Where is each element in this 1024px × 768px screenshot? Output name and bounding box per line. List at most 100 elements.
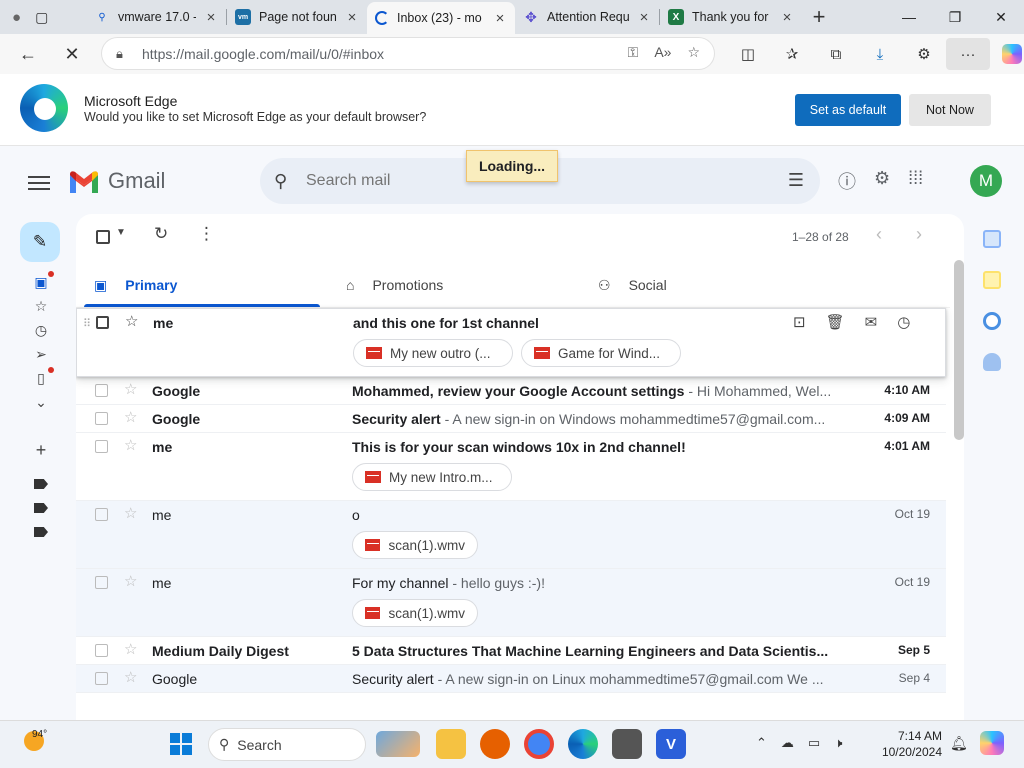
app-v-icon[interactable]: V <box>656 729 686 759</box>
collections-icon[interactable]: ⧉ <box>814 38 858 70</box>
star-icon[interactable]: ☆ <box>124 572 137 590</box>
account-avatar[interactable]: M <box>970 165 1002 197</box>
minimize-icon[interactable]: — <box>886 0 932 34</box>
contacts-icon[interactable] <box>983 353 1001 371</box>
site-info-icon[interactable]: 🔒︎ <box>116 46 142 62</box>
show-hidden-icons-icon[interactable]: ⌃ <box>756 735 767 751</box>
more-menu-icon[interactable]: ··· <box>946 38 990 70</box>
set-as-default-button[interactable]: Set as default <box>795 94 901 126</box>
close-icon[interactable]: × <box>637 9 651 26</box>
clock[interactable]: 7:14 AM 10/20/2024 <box>880 728 942 760</box>
file-explorer-icon[interactable] <box>436 729 466 759</box>
close-window-icon[interactable]: ✕ <box>978 0 1024 34</box>
email-row[interactable]: ☆ me This is for your scan windows 10x i… <box>76 433 946 501</box>
scrollbar-thumb[interactable] <box>954 260 964 440</box>
not-now-button[interactable]: Not Now <box>909 94 991 126</box>
attachment-chip[interactable]: scan(1).wmv <box>352 599 478 627</box>
email-checkbox[interactable] <box>95 672 108 685</box>
tab-gmail-inbox[interactable]: Inbox (23) - mo × <box>367 2 515 34</box>
email-checkbox[interactable] <box>95 412 108 425</box>
star-icon[interactable]: ☆ <box>124 668 137 686</box>
close-icon[interactable]: × <box>204 9 218 26</box>
email-row[interactable]: ☆ Google Security alert - A new sign-in … <box>76 665 946 693</box>
start-button[interactable] <box>170 733 192 755</box>
taskbar-search[interactable]: ⚲ Search <box>208 728 366 761</box>
next-page-icon[interactable]: › <box>916 224 922 245</box>
google-apps-icon[interactable]: ⁞⁞⁞ <box>908 168 923 194</box>
more-chevron-icon[interactable]: ⌄ <box>28 390 54 414</box>
new-tab-button[interactable]: + <box>802 2 836 32</box>
back-button[interactable]: ← <box>10 38 46 70</box>
refresh-icon[interactable]: ↻ <box>154 224 168 244</box>
label-icon[interactable] <box>28 496 54 520</box>
notifications-icon[interactable]: 🔔︎ <box>950 735 968 752</box>
starred-icon[interactable]: ☆ <box>28 294 54 318</box>
downloads-icon[interactable]: ⤓ <box>858 38 902 70</box>
search-options-icon[interactable]: ☰ <box>788 170 804 191</box>
tab-primary[interactable]: ▣ Primary <box>94 262 177 308</box>
gmail-logo[interactable]: Gmail <box>68 168 165 194</box>
attachment-chip[interactable]: My new outro (... <box>353 339 513 367</box>
email-row[interactable]: ☆ me o Oct 19 scan(1).wmv <box>76 501 946 569</box>
read-aloud-icon[interactable]: A» <box>654 44 671 61</box>
firefox-icon[interactable] <box>480 729 510 759</box>
email-checkbox[interactable] <box>95 576 108 589</box>
create-label-icon[interactable]: + <box>28 438 54 462</box>
select-all-checkbox[interactable] <box>96 230 110 244</box>
email-row[interactable]: ☆ Google Mohammed, review your Google Ac… <box>76 377 946 405</box>
restore-icon[interactable]: ❐ <box>932 0 978 34</box>
tasks-icon[interactable] <box>983 312 1001 330</box>
email-checkbox[interactable] <box>95 508 108 521</box>
snoozed-icon[interactable]: ◷ <box>28 318 54 342</box>
archive-icon[interactable]: ⊡ <box>793 313 806 331</box>
close-icon[interactable]: × <box>493 10 507 27</box>
more-options-icon[interactable]: ⋮ <box>198 224 215 244</box>
attachment-chip[interactable]: My new Intro.m... <box>352 463 512 491</box>
email-row[interactable]: ⠿ ☆ me and this one for 1st channel ⊡ 🗑︎… <box>76 308 946 377</box>
split-screen-icon[interactable]: ◫ <box>726 38 770 70</box>
search-icon[interactable]: ⚲ <box>274 171 306 192</box>
search-highlight-image[interactable] <box>376 731 420 757</box>
star-icon[interactable]: ☆ <box>124 380 137 398</box>
sent-icon[interactable]: ➢ <box>28 342 54 366</box>
drafts-icon[interactable]: ▯ <box>28 366 54 390</box>
close-icon[interactable]: × <box>780 9 794 26</box>
copilot-icon[interactable] <box>990 38 1024 70</box>
edge-taskbar-icon[interactable] <box>568 729 598 759</box>
favorite-star-icon[interactable]: ☆ <box>687 44 700 61</box>
address-bar[interactable]: 🔒︎ https://mail.google.com/mail/u/0/#inb… <box>102 38 714 69</box>
star-icon[interactable]: ☆ <box>124 504 137 522</box>
star-icon[interactable]: ☆ <box>125 312 138 330</box>
virtualbox-icon[interactable] <box>612 729 642 759</box>
tab-vmware-search[interactable]: ⚲ vmware 17.0 - S × <box>86 3 226 31</box>
mark-read-icon[interactable]: ✉ <box>865 313 878 331</box>
label-icon[interactable] <box>28 472 54 496</box>
previous-page-icon[interactable]: ‹ <box>876 224 882 245</box>
inbox-icon[interactable]: ▣ <box>28 270 54 294</box>
tab-actions-icon[interactable]: ▢ <box>35 9 48 26</box>
chrome-icon[interactable] <box>524 729 554 759</box>
email-checkbox[interactable] <box>95 384 108 397</box>
label-icon[interactable] <box>28 520 54 544</box>
calendar-icon[interactable] <box>983 230 1001 248</box>
email-row[interactable]: ☆ Google Security alert - A new sign-in … <box>76 405 946 433</box>
star-icon[interactable]: ☆ <box>124 436 137 454</box>
tab-social[interactable]: ⚇ Social <box>598 262 667 308</box>
favorites-icon[interactable]: ✰ <box>770 38 814 70</box>
keep-icon[interactable] <box>983 271 1001 289</box>
delete-icon[interactable]: 🗑︎ <box>826 313 845 331</box>
main-menu-button[interactable] <box>28 172 50 194</box>
tab-attention-required[interactable]: ✥ Attention Requ × <box>515 3 659 31</box>
close-icon[interactable]: × <box>345 9 359 26</box>
email-row[interactable]: ☆ me For my channel - hello guys :-)! Oc… <box>76 569 946 637</box>
key-icon[interactable]: ⚿ <box>628 44 639 61</box>
settings-gear-icon[interactable]: ⚙ <box>874 168 890 194</box>
email-checkbox[interactable] <box>95 644 108 657</box>
attachment-chip[interactable]: Game for Wind... <box>521 339 681 367</box>
star-icon[interactable]: ☆ <box>124 640 137 658</box>
star-icon[interactable]: ☆ <box>124 408 137 426</box>
profile-icon[interactable]: ● <box>12 9 21 26</box>
email-checkbox[interactable] <box>95 440 108 453</box>
copilot-taskbar-icon[interactable] <box>980 731 1004 755</box>
compose-button[interactable]: ✎ <box>20 222 60 262</box>
